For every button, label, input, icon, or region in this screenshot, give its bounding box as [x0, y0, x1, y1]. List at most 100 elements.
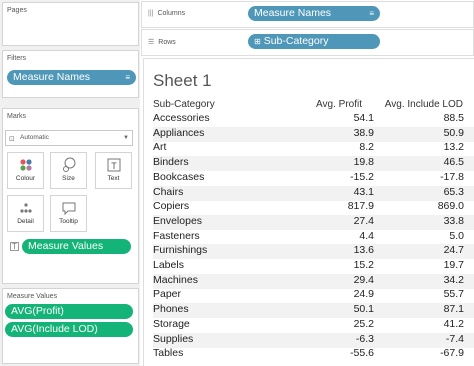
pages-title: Pages	[7, 7, 27, 14]
sub-category-cell: Bookcases	[153, 170, 205, 183]
table-row[interactable]: Furnishings 13.6 24.7	[153, 244, 474, 260]
header-sub-category[interactable]: Sub-Category	[153, 99, 215, 110]
avg-include-lod-cell: 13.2	[443, 141, 464, 154]
table-row[interactable]: Fasteners 4.4 5.0	[153, 230, 474, 245]
sub-category-cell: Art	[153, 141, 167, 154]
detail-button[interactable]: Detail	[7, 195, 44, 232]
table-row[interactable]: Phones 50.1 87.1	[153, 303, 474, 319]
mark-type-value: Automatic	[20, 134, 49, 141]
marks-title: Marks	[7, 113, 27, 120]
columns-shelf[interactable]: ||| Columns Measure Names ≡	[141, 1, 474, 28]
avg-include-lod-cell: 65.3	[443, 185, 464, 198]
avg-profit-cell: 27.4	[353, 214, 374, 227]
avg-profit-cell: -15.2	[350, 170, 374, 183]
filter-icon: ≡	[125, 73, 130, 82]
filters-title: Filters	[7, 55, 27, 62]
sub-category-cell: Machines	[153, 273, 198, 286]
size-label: Size	[62, 175, 75, 182]
sub-category-cell: Accessories	[153, 112, 210, 124]
filter-icon: ≡	[369, 9, 374, 18]
avg-profit-cell: -55.6	[350, 347, 374, 360]
avg-include-lod-cell: 55.7	[443, 288, 464, 301]
avg-include-lod-cell: 33.8	[443, 214, 464, 227]
columns-label-text: Columns	[157, 10, 186, 17]
table-row[interactable]: Bookcases -15.2 -17.8	[153, 171, 474, 186]
table-row[interactable]: Envelopes 27.4 33.8	[153, 214, 474, 230]
header-avg-profit[interactable]: Avg. Profit	[316, 99, 362, 110]
avg-profit-cell: 15.2	[353, 259, 374, 271]
svg-text:T: T	[111, 161, 117, 171]
table-row[interactable]: Chairs 43.1 65.3	[153, 185, 474, 201]
colour-icon	[19, 159, 32, 171]
filters-card[interactable]: Filters Measure Names ≡	[2, 50, 139, 98]
table-row[interactable]: Tables -55.6 -67.9	[153, 347, 474, 362]
avg-include-lod-cell: 46.5	[443, 156, 464, 169]
rows-sub-category-pill[interactable]: ⊞ Sub-Category	[248, 34, 380, 49]
table-row[interactable]: Accessories 54.1 88.5	[153, 112, 474, 127]
text-label: Text	[107, 175, 120, 182]
size-button[interactable]: Size	[50, 152, 87, 189]
filter-measure-names-pill[interactable]: Measure Names ≡	[7, 70, 136, 85]
avg-profit-cell: 43.1	[353, 185, 374, 198]
mark-type-dropdown[interactable]: ⊡ Automatic ▼	[5, 130, 133, 146]
text-button[interactable]: T Text	[95, 152, 132, 189]
avg-include-lod-cell: 5.0	[449, 229, 464, 242]
table-row[interactable]: Paper 24.9 55.7	[153, 288, 474, 303]
rows-shelf[interactable]: ☰ Rows ⊞ Sub-Category	[141, 29, 474, 56]
avg-profit-cell: -6.3	[355, 332, 374, 345]
table-row[interactable]: Art 8.2 13.2	[153, 141, 474, 156]
header-avg-include-lod[interactable]: Avg. Include LOD	[385, 99, 463, 110]
colour-button[interactable]: Colour	[7, 152, 44, 189]
table-row[interactable]: Storage 25.2 41.2	[153, 318, 474, 333]
sub-category-cell: Appliances	[153, 126, 205, 139]
avg-profit-cell: 24.9	[353, 288, 374, 301]
tooltip-button[interactable]: Tooltip	[50, 195, 87, 232]
avg-include-lod-cell: 19.7	[443, 259, 464, 271]
measure-values-pill[interactable]: Measure Values	[22, 239, 131, 254]
chevron-down-icon: ▼	[123, 135, 129, 141]
columns-measure-names-pill[interactable]: Measure Names ≡	[248, 6, 380, 21]
rows-shelf-label: ☰ Rows	[148, 38, 176, 46]
worksheet-view[interactable]: Sheet 1 Sub-Category Avg. Profit Avg. In…	[143, 58, 474, 366]
avg-profit-cell: 25.2	[353, 317, 374, 330]
avg-include-lod-cell: 41.2	[443, 317, 464, 330]
table-row[interactable]: Machines 29.4 34.2	[153, 273, 474, 289]
avg-profit-cell: 4.4	[359, 229, 374, 242]
sub-category-cell: Paper	[153, 288, 182, 301]
table-row[interactable]: Supplies -6.3 -7.4	[153, 332, 474, 348]
avg-include-lod-cell: -17.8	[440, 170, 464, 183]
sub-category-cell: Binders	[153, 156, 189, 169]
avg-profit-cell: 50.1	[353, 303, 374, 316]
rows-pill-label: Sub-Category	[263, 35, 329, 47]
table-row[interactable]: Labels 15.2 19.7	[153, 259, 474, 274]
pages-card[interactable]: Pages	[2, 2, 139, 46]
avg-profit-cell: 13.6	[353, 244, 374, 257]
sub-category-cell: Fasteners	[153, 229, 200, 242]
avg-include-lod-cell: 87.1	[443, 303, 464, 316]
left-pane: Pages Filters Measure Names ≡ Marks ⊡ Au…	[0, 0, 140, 366]
avg-profit-cell: 817.9	[347, 200, 374, 213]
rows-icon: ☰	[148, 39, 155, 46]
rows-label-text: Rows	[158, 39, 176, 46]
sub-category-cell: Copiers	[153, 200, 190, 213]
avg-include-lod-pill[interactable]: AVG(Include LOD)	[5, 322, 133, 337]
sheet-title: Sheet 1	[153, 71, 212, 90]
sub-category-cell: Tables	[153, 347, 184, 360]
avg-include-lod-cell: 34.2	[443, 273, 464, 286]
filter-pill-label: Measure Names	[13, 71, 91, 83]
table-row[interactable]: Binders 19.8 46.5	[153, 156, 474, 172]
table-row[interactable]: Copiers 817.9 869.0	[153, 200, 474, 215]
avg-profit-label: AVG(Profit)	[11, 305, 64, 317]
detail-icon	[19, 203, 32, 213]
avg-include-lod-cell: 88.5	[443, 112, 464, 124]
table-row[interactable]: Appliances 38.9 50.9	[153, 126, 474, 142]
avg-profit-cell: 38.9	[353, 126, 374, 139]
avg-include-lod-cell: -7.4	[445, 332, 464, 345]
avg-include-lod-cell: 869.0	[437, 200, 464, 213]
avg-include-lod-label: AVG(Include LOD)	[11, 323, 98, 335]
tooltip-label: Tooltip	[59, 218, 78, 225]
avg-profit-pill[interactable]: AVG(Profit)	[5, 304, 133, 319]
text-icon: T	[107, 158, 120, 172]
avg-profit-cell: 8.2	[359, 141, 374, 154]
sub-category-cell: Envelopes	[153, 214, 203, 227]
